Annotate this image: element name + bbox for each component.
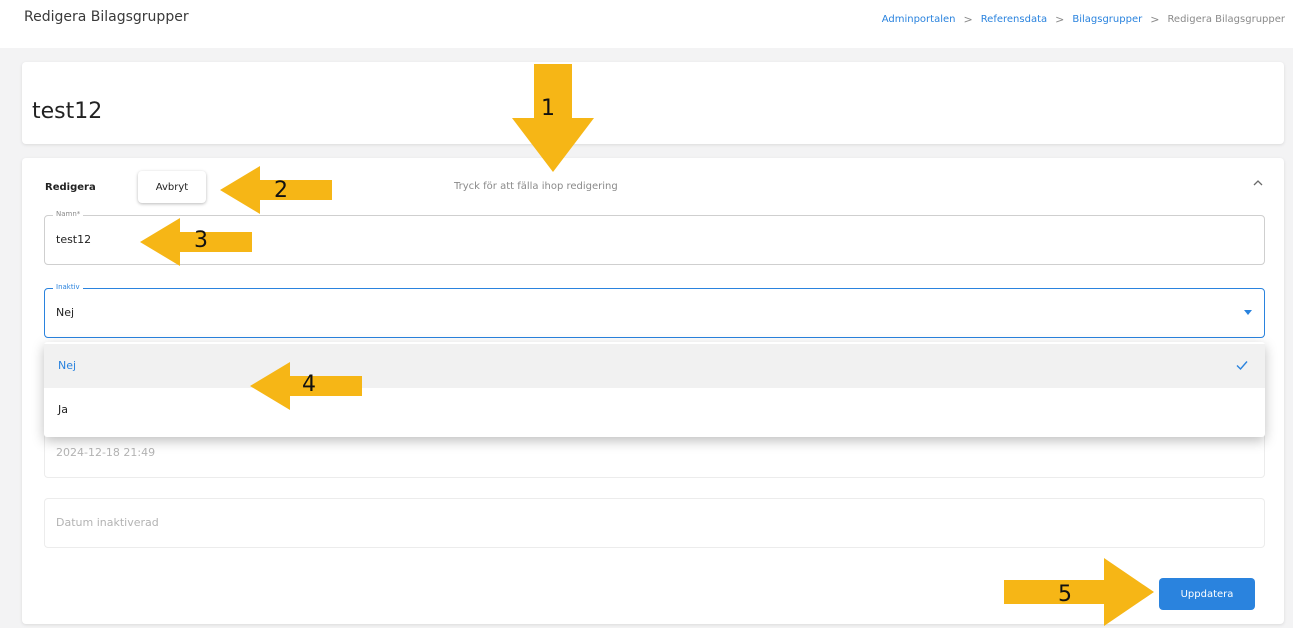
inactive-select[interactable]: Inaktiv Nej — [44, 283, 1265, 338]
breadcrumb-separator: > — [963, 13, 973, 26]
deactivated-date-placeholder: Datum inaktiverad — [56, 516, 159, 529]
inactive-dropdown-menu: Nej Ja — [44, 342, 1265, 437]
inactive-select-value: Nej — [56, 306, 75, 319]
breadcrumb: Adminportalen > Referensdata > Bilagsgru… — [882, 13, 1285, 26]
dropdown-option-ja[interactable]: Ja — [44, 388, 1265, 432]
breadcrumb-referensdata[interactable]: Referensdata — [981, 14, 1047, 25]
name-field-legend: Namn* — [53, 210, 84, 218]
cancel-button[interactable]: Avbryt — [138, 171, 206, 203]
record-title-card: test12 — [22, 62, 1284, 144]
page-title: Redigera Bilagsgrupper — [24, 9, 189, 25]
breadcrumb-bilagsgrupper[interactable]: Bilagsgrupper — [1072, 14, 1142, 25]
record-title: test12 — [32, 99, 103, 124]
created-date-value: 2024-12-18 21:49 — [56, 446, 156, 459]
annotation-number-5: 5 — [1058, 582, 1072, 607]
collapse-hint[interactable]: Tryck för att fälla ihop redigering — [454, 181, 618, 192]
update-button[interactable]: Uppdatera — [1159, 578, 1255, 610]
inactive-select-legend: Inaktiv — [53, 283, 83, 291]
breadcrumb-separator: > — [1055, 13, 1065, 26]
annotation-number-1: 1 — [541, 96, 555, 121]
annotation-number-4: 4 — [302, 372, 316, 397]
dropdown-option-nej[interactable]: Nej — [44, 344, 1265, 388]
dropdown-caret-icon[interactable] — [1244, 310, 1252, 315]
check-icon — [1236, 361, 1248, 371]
dropdown-option-label: Nej — [58, 359, 77, 372]
top-bar: Redigera Bilagsgrupper Adminportalen > R… — [0, 0, 1293, 48]
dropdown-option-label: Ja — [58, 403, 68, 416]
annotation-number-2: 2 — [274, 178, 288, 203]
breadcrumb-separator: > — [1150, 13, 1160, 26]
edit-label: Redigera — [45, 182, 96, 193]
breadcrumb-current: Redigera Bilagsgrupper — [1167, 14, 1285, 25]
chevron-up-icon[interactable] — [1251, 176, 1265, 190]
name-field-value: test12 — [56, 233, 92, 246]
breadcrumb-adminportalen[interactable]: Adminportalen — [882, 14, 956, 25]
annotation-number-3: 3 — [194, 228, 208, 253]
annotation-arrow-5 — [1004, 558, 1154, 626]
deactivated-date-field[interactable]: Datum inaktiverad — [44, 498, 1265, 548]
